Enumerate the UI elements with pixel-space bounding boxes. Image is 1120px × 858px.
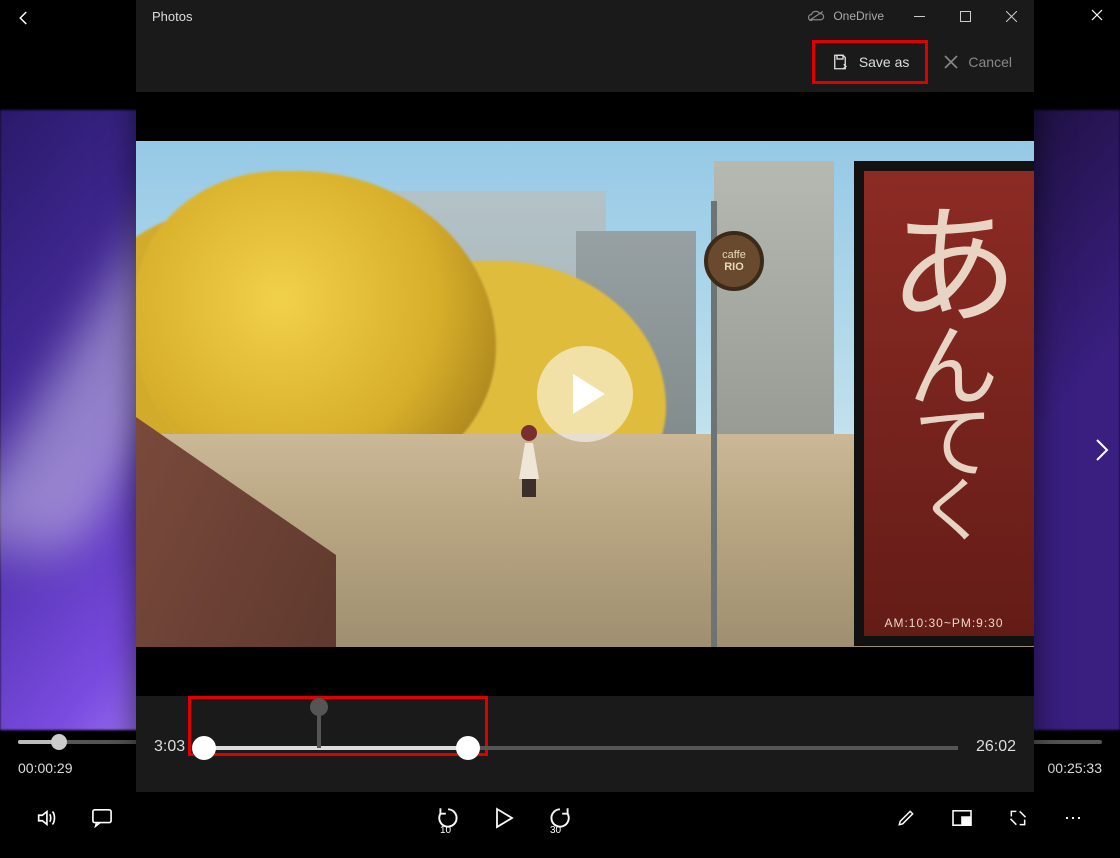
calligraphy-text: あんてく [881,211,1016,591]
trim-start-time: 3:03 [154,738,185,756]
save-as-label: Save as [859,54,910,70]
skip-fwd-label: 30 [550,825,561,836]
maximize-button[interactable] [942,0,988,32]
video-preview-area: caffe RIO あんてく AM:10:30~PM:9:30 [136,92,1034,696]
trim-bar: 3:03 26:02 [136,696,1034,792]
play-icon [573,374,605,414]
outer-seek-fill [18,740,53,744]
trim-handle-start[interactable] [192,736,216,760]
cancel-label: Cancel [968,54,1012,70]
app-title: Photos [152,9,192,24]
outer-close-button[interactable] [1074,0,1120,30]
play-button[interactable] [490,804,518,832]
close-button[interactable] [988,0,1034,32]
cancel-button[interactable]: Cancel [928,40,1028,84]
cafe-line2: RIO [724,261,744,273]
save-icon [831,53,849,71]
video-frame: caffe RIO あんてく AM:10:30~PM:9:30 [136,141,1034,647]
mini-view-button[interactable] [948,804,976,832]
title-bar: Photos OneDrive [136,0,1034,32]
red-signboard: あんてく AM:10:30~PM:9:30 [854,161,1034,646]
volume-button[interactable] [32,804,60,832]
skip-forward-button[interactable]: 30 [546,804,574,832]
skip-back-label: 10 [440,825,451,836]
next-button[interactable] [1088,430,1116,470]
trim-end-time: 26:02 [976,738,1016,756]
save-as-button[interactable]: Save as [812,40,929,84]
sign-hours: AM:10:30~PM:9:30 [854,616,1034,630]
skip-back-button[interactable]: 10 [434,804,462,832]
outer-control-bar: 10 30 ⋯ [32,800,1088,836]
close-icon [944,55,958,69]
photos-trim-window: Photos OneDrive [136,0,1034,792]
person-figure [514,425,544,497]
minimize-button[interactable] [896,0,942,32]
play-overlay-button[interactable] [537,346,633,442]
cafe-line1: caffe [722,249,746,261]
outer-time-total: 00:25:33 [1048,760,1103,776]
fullscreen-button[interactable] [1004,804,1032,832]
outer-seek-thumb[interactable] [51,734,67,750]
subtitles-button[interactable] [88,804,116,832]
onedrive-status[interactable]: OneDrive [807,0,884,32]
cafe-sign: caffe RIO [704,231,764,291]
trim-selection [202,746,467,750]
more-button[interactable]: ⋯ [1060,804,1088,832]
outer-time-current: 00:00:29 [18,760,73,776]
back-button[interactable] [0,0,48,36]
action-bar: Save as Cancel [136,32,1034,92]
background-video-player: 00:00:29 00:25:33 10 30 [0,0,1120,858]
edit-button[interactable] [892,804,920,832]
trim-playhead[interactable] [310,696,328,748]
onedrive-label: OneDrive [833,9,884,23]
trim-handle-end[interactable] [456,736,480,760]
